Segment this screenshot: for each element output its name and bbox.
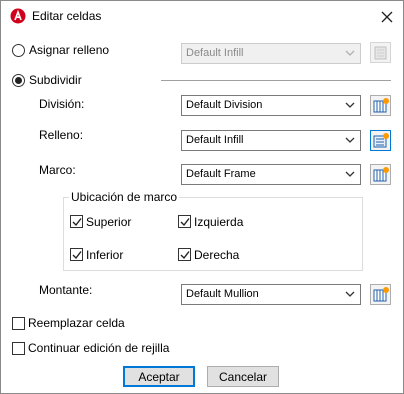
checkmark-icon	[180, 218, 190, 227]
chevron-down-icon	[345, 137, 355, 143]
separator-line	[161, 80, 391, 81]
mullion-style-button[interactable]	[370, 284, 391, 305]
infill-select[interactable]: Default Infill	[181, 130, 361, 151]
replace-cell-label: Reemplazar celda	[28, 316, 125, 330]
style-manager-icon	[373, 133, 389, 148]
frame-select[interactable]: Default Frame	[181, 164, 361, 185]
division-select-value: Default Division	[186, 99, 263, 111]
assign-fill-select[interactable]: Default Infill	[181, 43, 361, 64]
frame-select-value: Default Frame	[186, 168, 256, 180]
continue-editing-label: Continuar edición de rejilla	[28, 341, 170, 355]
frame-label: Marco:	[39, 163, 76, 177]
division-select[interactable]: Default Division	[181, 95, 361, 116]
cancel-button[interactable]: Cancelar	[207, 366, 279, 387]
title-bar: Editar celdas	[1, 1, 403, 32]
frame-bottom-checkbox[interactable]	[70, 248, 83, 261]
autocad-a-icon	[10, 8, 26, 24]
division-label: División:	[39, 97, 85, 111]
assign-fill-label: Asignar relleno	[29, 43, 110, 57]
assign-fill-select-value: Default Infill	[186, 47, 244, 59]
chevron-down-icon	[345, 171, 355, 177]
frame-location-legend: Ubicación de marco	[69, 190, 180, 204]
ok-button-label: Aceptar	[138, 370, 180, 384]
subdivide-label: Subdividir	[29, 73, 82, 87]
ok-button[interactable]: Aceptar	[123, 366, 195, 387]
infill-label: Relleno:	[39, 128, 84, 142]
dialog-title: Editar celdas	[32, 9, 102, 23]
frame-top-checkbox[interactable]	[70, 215, 83, 228]
frame-style-button[interactable]	[370, 164, 391, 185]
frame-left-label: Izquierda	[194, 215, 244, 229]
assign-fill-select-button[interactable]	[370, 42, 391, 63]
select-object-icon	[374, 46, 387, 60]
mullion-select-value: Default Mullion	[186, 288, 259, 300]
style-manager-icon	[373, 287, 389, 302]
replace-cell-checkbox[interactable]	[12, 317, 25, 330]
edit-cells-dialog: Editar celdas Asignar relleno Default In…	[0, 0, 404, 394]
frame-bottom-label: Inferior	[86, 248, 124, 262]
continue-editing-checkbox[interactable]	[12, 342, 25, 355]
infill-style-button[interactable]	[370, 130, 391, 151]
checkmark-icon	[72, 218, 82, 227]
subdivide-radio[interactable]	[12, 74, 25, 87]
frame-top-label: Superior	[86, 215, 132, 229]
close-icon[interactable]	[377, 7, 397, 27]
chevron-down-icon	[345, 291, 355, 297]
frame-right-checkbox[interactable]	[178, 248, 191, 261]
style-manager-icon	[373, 98, 389, 113]
cancel-button-label: Cancelar	[218, 370, 268, 384]
frame-right-label: Derecha	[194, 248, 240, 262]
chevron-down-icon	[345, 102, 355, 108]
frame-left-checkbox[interactable]	[178, 215, 191, 228]
chevron-down-icon	[345, 50, 355, 56]
mullion-select[interactable]: Default Mullion	[181, 284, 361, 305]
mullion-label: Montante:	[39, 283, 93, 297]
style-manager-icon	[373, 167, 389, 182]
checkmark-icon	[72, 251, 82, 260]
infill-select-value: Default Infill	[186, 134, 244, 146]
assign-fill-radio[interactable]	[12, 44, 25, 57]
division-style-button[interactable]	[370, 95, 391, 116]
checkmark-icon	[180, 251, 190, 260]
